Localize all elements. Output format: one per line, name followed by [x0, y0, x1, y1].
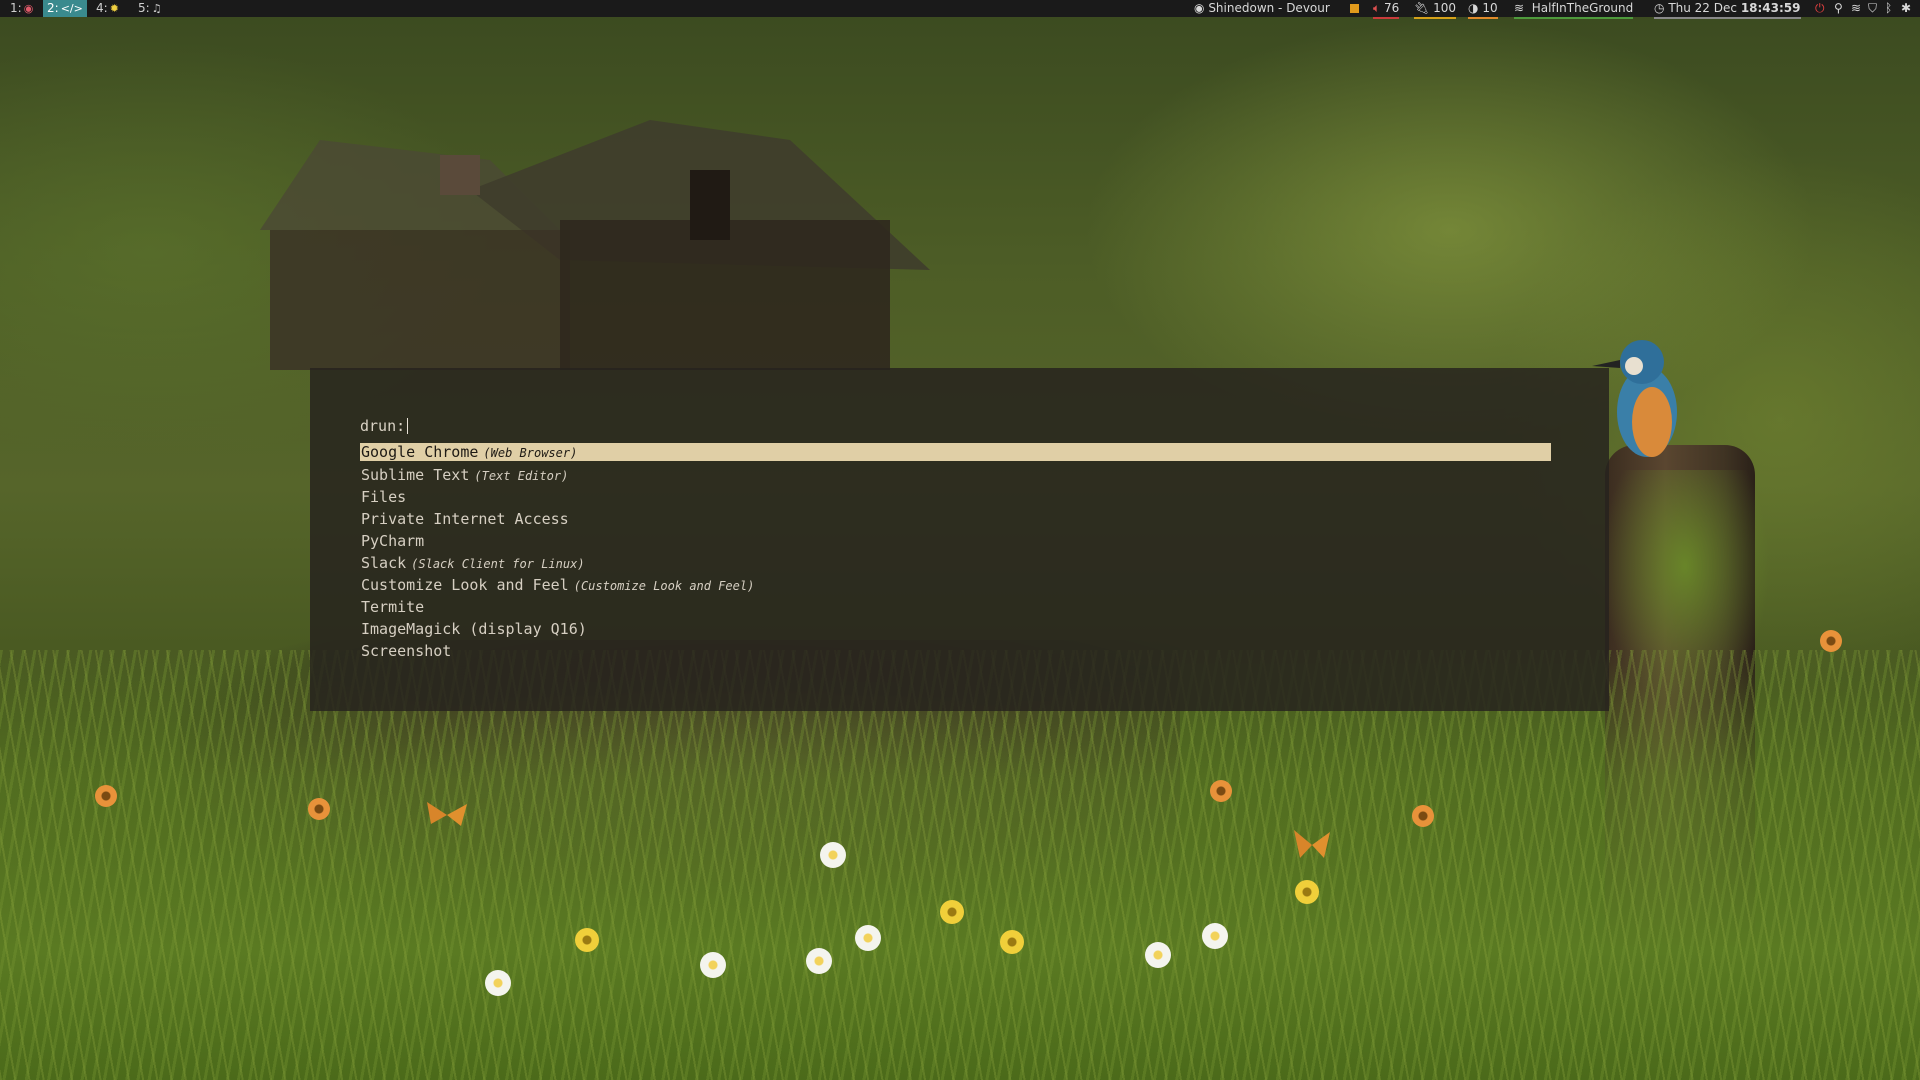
clock[interactable]: ◷ Thu 22 Dec 18:43:59	[1654, 0, 1801, 19]
top-status-bar: 1: ◉ 2: </> 4: ✹ 5: ♫ ◉ Shinedown - Devour 🔈…	[0, 0, 1920, 19]
spotify-icon: ◉	[1194, 1, 1205, 15]
wifi-tray-icon[interactable]: ≋	[1851, 0, 1861, 17]
location-icon[interactable]: ⚲	[1834, 0, 1843, 17]
butterfly-icon	[1294, 830, 1330, 858]
text-cursor	[407, 418, 409, 434]
wifi-indicator[interactable]: ≋ HalfInTheGround	[1514, 0, 1634, 19]
launcher-entry[interactable]: Slack (Slack Client for Linux)	[360, 553, 1551, 575]
launcher-prompt-label: drun:	[360, 417, 406, 435]
wallpaper-house-illustration	[260, 120, 930, 370]
shield-icon[interactable]: ⛉	[1868, 0, 1877, 17]
music-icon: ♫	[151, 2, 162, 15]
power-plug-icon: 🔌︎	[1414, 1, 1430, 15]
launcher-entry[interactable]: Google Chrome (Web Browser)	[360, 443, 1551, 461]
launcher-entry[interactable]: PyCharm	[360, 531, 1551, 553]
code-icon: </>	[60, 2, 83, 15]
app-launcher: drun: Google Chrome (Web Browser) Sublime…	[310, 368, 1609, 711]
bluetooth-icon[interactable]: ᛒ	[1885, 0, 1892, 17]
workspace-4[interactable]: 4: ✹	[92, 0, 123, 17]
now-playing[interactable]: ◉ Shinedown - Devour	[1194, 0, 1330, 17]
launcher-entry[interactable]: Screenshot	[360, 641, 1551, 663]
butterfly-icon	[427, 802, 467, 826]
gear-icon[interactable]: ✱	[1901, 0, 1911, 17]
launcher-results: Google Chrome (Web Browser) Sublime Text(…	[360, 443, 1551, 663]
settings-icon: ✹	[109, 2, 119, 15]
wifi-icon: ≋	[1514, 1, 1525, 15]
ubuntu-icon: ◉	[23, 2, 34, 15]
brightness-icon: ◑	[1468, 1, 1479, 15]
workspace-5[interactable]: 5: ♫	[134, 0, 166, 17]
power-icon[interactable]: ⏻	[1815, 0, 1825, 17]
launcher-entry[interactable]: Customize Look and Feel (Customize Look a…	[360, 575, 1551, 597]
launcher-entry[interactable]: Private Internet Access	[360, 509, 1551, 531]
launcher-entry[interactable]: ImageMagick (display Q16)	[360, 619, 1551, 641]
clock-icon: ◷	[1654, 1, 1665, 15]
workspace-1[interactable]: 1: ◉	[6, 0, 37, 17]
indicator-square	[1350, 4, 1359, 13]
battery-indicator: 🔌︎ 100	[1414, 0, 1456, 19]
brightness-indicator[interactable]: ◑ 10	[1468, 0, 1498, 19]
launcher-search-input[interactable]: drun:	[360, 417, 409, 435]
launcher-entry[interactable]: Termite	[360, 597, 1551, 619]
wallpaper-grass	[0, 650, 1920, 1080]
volume-indicator[interactable]: 🔈︎ 76	[1373, 0, 1400, 19]
launcher-entry[interactable]: Sublime Text (Text Editor)	[360, 465, 1551, 487]
speaker-icon: 🔈︎	[1373, 1, 1381, 15]
launcher-entry[interactable]: Files	[360, 487, 1551, 509]
workspace-2[interactable]: 2: </>	[43, 0, 87, 17]
